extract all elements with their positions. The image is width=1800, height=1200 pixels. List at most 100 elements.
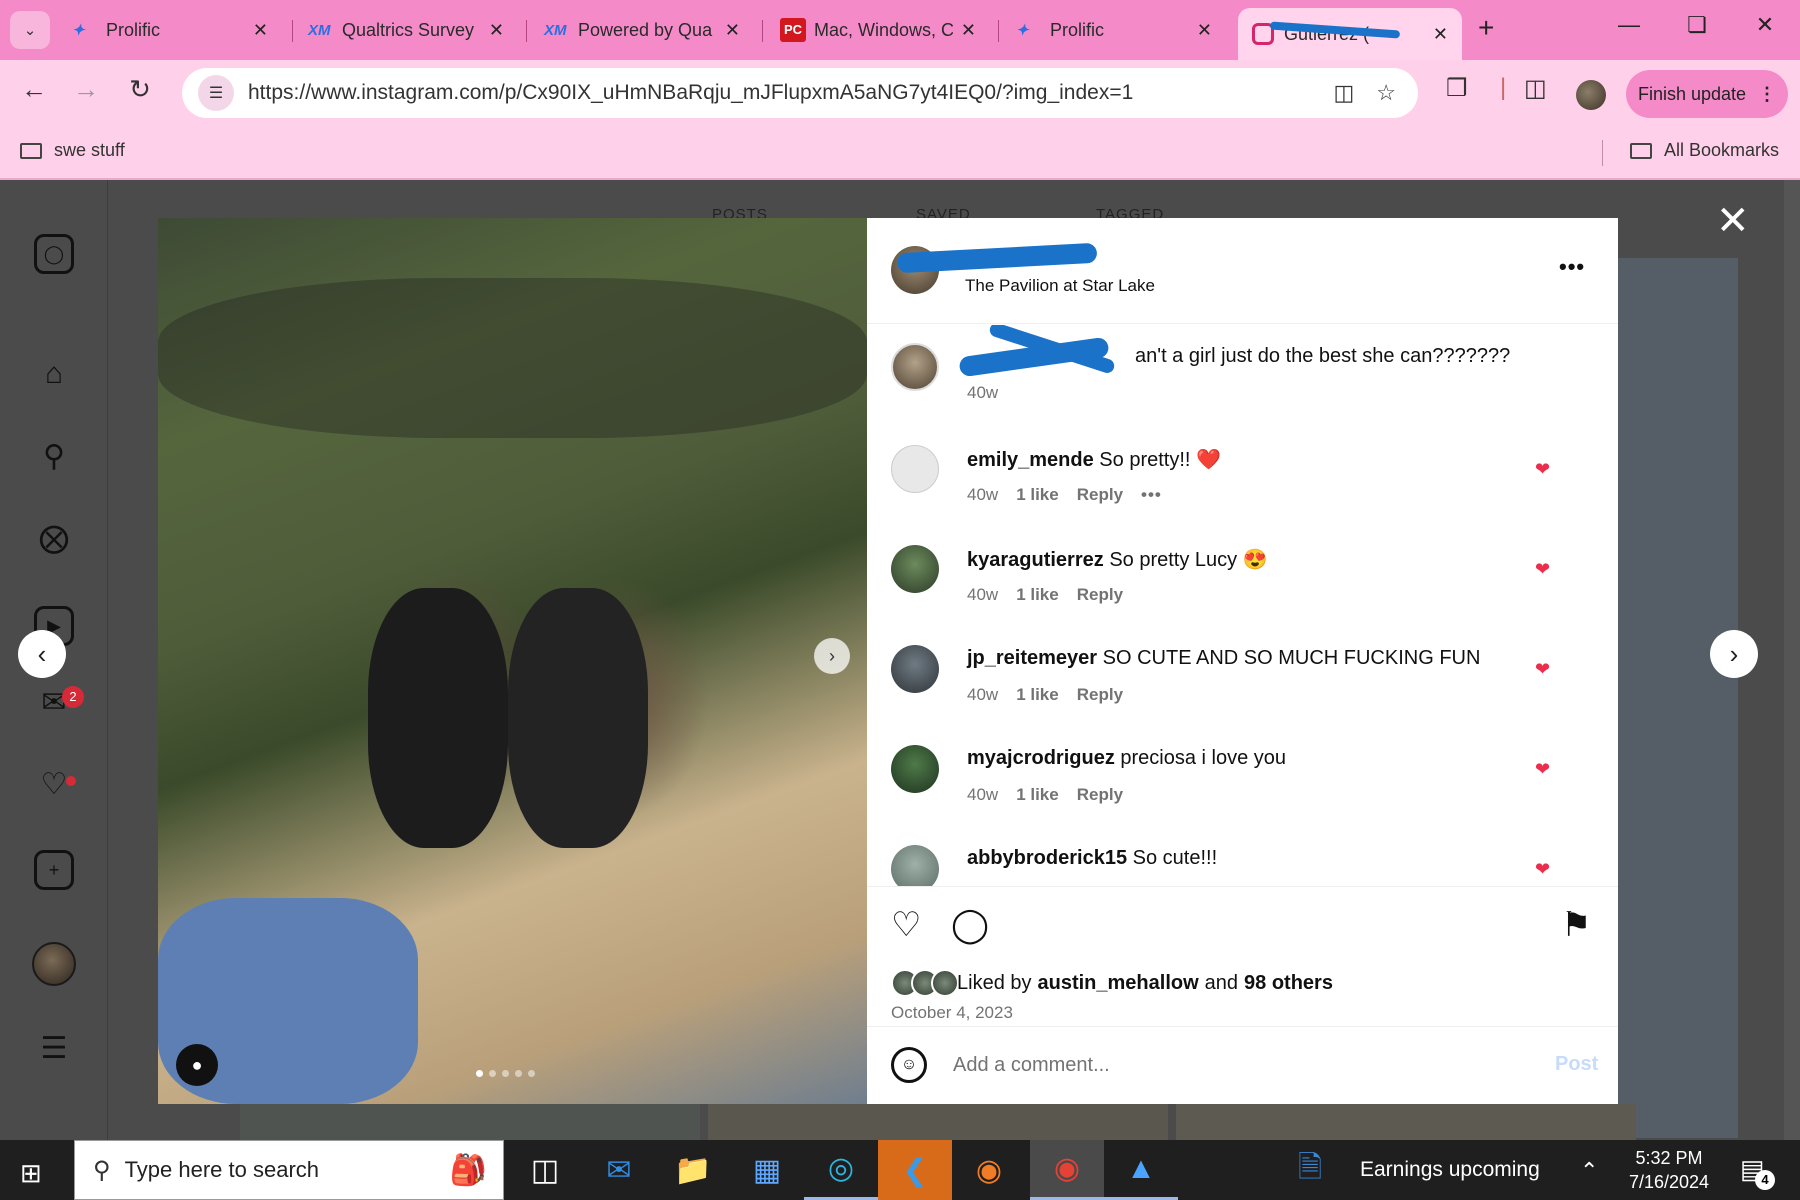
- liked-by-user[interactable]: austin_mehallow: [1038, 972, 1199, 995]
- author-avatar[interactable]: [891, 343, 939, 391]
- back-button[interactable]: ←: [14, 74, 54, 105]
- taskbar-search-box[interactable]: ⚲ Type here to search 🎒: [74, 1140, 504, 1200]
- close-modal-icon[interactable]: ✕: [1716, 198, 1750, 244]
- page-scrollbar[interactable]: [1784, 180, 1800, 1140]
- address-bar[interactable]: ☰ https://www.instagram.com/p/Cx90IX_uHm…: [182, 68, 1418, 118]
- tab-prolific-1[interactable]: ✦ Prolific ✕: [58, 8, 282, 52]
- comment-username[interactable]: abbybroderick15: [967, 847, 1127, 869]
- mail-icon[interactable]: ✉: [582, 1140, 656, 1200]
- commenter-avatar[interactable]: [891, 845, 939, 886]
- close-icon[interactable]: ✕: [253, 20, 268, 41]
- close-icon[interactable]: ✕: [1197, 20, 1212, 41]
- comment-username[interactable]: myajcrodriguez: [967, 747, 1115, 769]
- reply-button[interactable]: Reply: [1077, 485, 1123, 505]
- comment-username[interactable]: kyaragutierrez: [967, 549, 1104, 571]
- bookmark-star-icon[interactable]: ☆: [1376, 80, 1396, 106]
- reply-button[interactable]: Reply: [1077, 785, 1123, 805]
- task-view-icon[interactable]: ◫: [508, 1140, 582, 1200]
- windows-start-icon[interactable]: ⊞: [20, 1158, 42, 1189]
- liked-heart-icon[interactable]: ❤: [1535, 859, 1550, 880]
- create-icon[interactable]: +: [34, 850, 74, 890]
- liked-by-summary[interactable]: Liked by austin_mehallow and 98 others: [891, 969, 1339, 997]
- liked-heart-icon[interactable]: ❤: [1535, 659, 1550, 680]
- commenter-avatar[interactable]: [891, 545, 939, 593]
- post-comment-button[interactable]: Post: [1555, 1053, 1598, 1076]
- tab-qualtrics-survey[interactable]: XM Qualtrics Survey ✕: [294, 8, 518, 52]
- close-icon[interactable]: ✕: [1433, 24, 1448, 45]
- tagged-users-icon[interactable]: ●: [176, 1044, 218, 1086]
- news-widget-icon[interactable]: 🗎: [1290, 1140, 1330, 1200]
- file-explorer-icon[interactable]: 📁: [656, 1140, 730, 1200]
- emoji-picker-icon[interactable]: ☺: [891, 1047, 927, 1083]
- liked-heart-icon[interactable]: ❤: [1535, 559, 1550, 580]
- comments-list[interactable]: an't a girl just do the best she can????…: [867, 325, 1618, 886]
- edge-icon[interactable]: ◎: [804, 1140, 878, 1200]
- commenter-avatar[interactable]: [891, 445, 939, 493]
- comment-meta: 40w 1 like Reply: [967, 585, 1123, 605]
- liked-heart-icon[interactable]: ❤: [1535, 459, 1550, 480]
- forward-button[interactable]: →: [66, 74, 106, 105]
- window-close-button[interactable]: ✕: [1742, 12, 1788, 38]
- tab-pcmag[interactable]: PC Mac, Windows, C ✕: [766, 8, 990, 52]
- comment-bubble-icon[interactable]: ◯: [951, 905, 989, 945]
- news-widget-text[interactable]: Earnings upcoming: [1360, 1158, 1540, 1182]
- search-icon[interactable]: ⚲: [34, 436, 74, 476]
- post-photo[interactable]: ● ›: [158, 218, 867, 1104]
- microsoft-store-icon[interactable]: ▦: [730, 1140, 804, 1200]
- vscode-icon[interactable]: ❮: [878, 1140, 952, 1200]
- minimize-button[interactable]: —: [1606, 12, 1652, 38]
- tab-powered-by-qualtrics[interactable]: XM Powered by Qua ✕: [530, 8, 754, 52]
- liked-heart-icon[interactable]: ❤: [1535, 759, 1550, 780]
- post-location[interactable]: The Pavilion at Star Lake: [965, 276, 1155, 296]
- kebab-menu-icon[interactable]: ⋮: [1758, 84, 1776, 105]
- comment-text: preciosa i love you: [1120, 747, 1287, 769]
- new-tab-button[interactable]: +: [1478, 12, 1494, 44]
- explore-icon[interactable]: ⨂: [34, 518, 74, 558]
- comment-line: myajcrodriguez preciosa i love you: [967, 747, 1286, 770]
- url-text[interactable]: https://www.instagram.com/p/Cx90IX_uHmNB…: [248, 81, 1333, 105]
- reload-button[interactable]: ↻: [120, 74, 160, 105]
- close-icon[interactable]: ✕: [961, 20, 976, 41]
- profile-avatar[interactable]: [1576, 80, 1606, 110]
- next-post-button[interactable]: ›: [1710, 630, 1758, 678]
- chrome-icon[interactable]: ◉: [1030, 1140, 1104, 1200]
- photos-app-icon[interactable]: ▲: [1104, 1140, 1178, 1200]
- more-options-icon[interactable]: •••: [1559, 254, 1585, 280]
- commenter-avatar[interactable]: [891, 745, 939, 793]
- bookmark-folder-swe-stuff[interactable]: swe stuff: [20, 140, 125, 161]
- comment-username[interactable]: jp_reitemeyer: [967, 647, 1097, 669]
- reply-button[interactable]: Reply: [1077, 585, 1123, 605]
- save-bookmark-icon[interactable]: ⚑: [1561, 905, 1591, 945]
- tab-prolific-2[interactable]: ✦ Prolific ✕: [1002, 8, 1226, 52]
- comment-likes[interactable]: 1 like: [1016, 785, 1059, 805]
- all-bookmarks-button[interactable]: All Bookmarks: [1630, 140, 1779, 161]
- close-icon[interactable]: ✕: [725, 20, 740, 41]
- restore-button[interactable]: ❏: [1674, 12, 1720, 38]
- finish-update-button[interactable]: Finish update ⋮: [1626, 70, 1788, 118]
- profile-nav-avatar[interactable]: [32, 942, 76, 986]
- side-panel-icon[interactable]: ◫: [1524, 74, 1547, 103]
- like-heart-icon[interactable]: ♡: [891, 905, 921, 945]
- previous-post-button[interactable]: ‹: [18, 630, 66, 678]
- firefox-icon[interactable]: ◉: [952, 1140, 1026, 1200]
- taskbar-clock[interactable]: 5:32 PM 7/16/2024: [1614, 1146, 1724, 1194]
- more-menu-icon[interactable]: ☰: [34, 1028, 74, 1068]
- close-icon[interactable]: ✕: [489, 20, 504, 41]
- home-icon[interactable]: ⌂: [34, 354, 74, 394]
- commenter-avatar[interactable]: [891, 645, 939, 693]
- extensions-icon[interactable]: ❒: [1446, 74, 1468, 103]
- comment-username[interactable]: emily_mende: [967, 449, 1094, 471]
- reply-button[interactable]: Reply: [1077, 685, 1123, 705]
- comment-likes[interactable]: 1 like: [1016, 485, 1059, 505]
- liked-by-others[interactable]: 98 others: [1244, 972, 1333, 995]
- comment-input[interactable]: [953, 1047, 1513, 1083]
- install-app-icon[interactable]: ◫: [1333, 80, 1354, 106]
- site-info-icon[interactable]: ☰: [198, 75, 234, 111]
- chevron-up-icon[interactable]: ⌃: [1580, 1158, 1598, 1184]
- comment-likes[interactable]: 1 like: [1016, 585, 1059, 605]
- comment-more-icon[interactable]: •••: [1141, 485, 1162, 505]
- comment-likes[interactable]: 1 like: [1016, 685, 1059, 705]
- instagram-logo-icon[interactable]: ◯: [34, 234, 74, 274]
- next-image-button[interactable]: ›: [814, 638, 850, 674]
- tab-search-button[interactable]: ⌄: [10, 11, 50, 49]
